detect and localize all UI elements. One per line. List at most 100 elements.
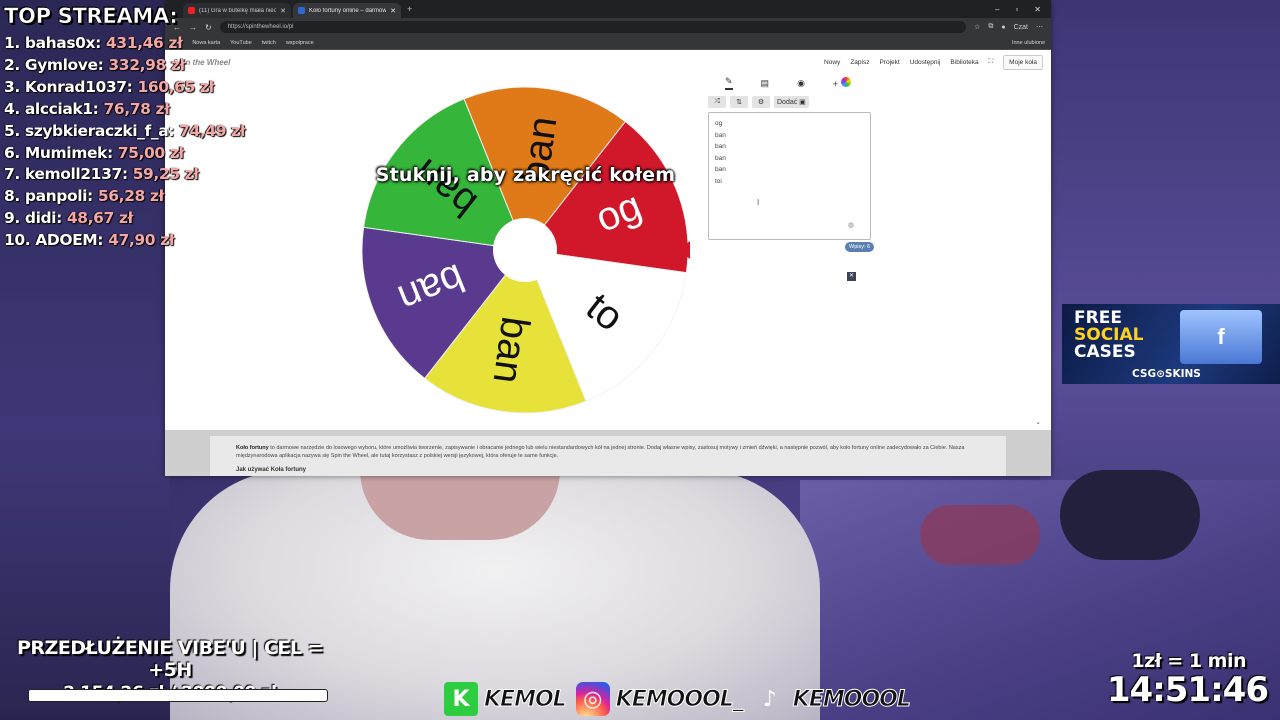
- donation-amount: 56,28 zł: [97, 187, 164, 206]
- close-tab-icon[interactable]: ✕: [280, 7, 286, 15]
- top-stream-row: 2. Gymlove: 332,98 zł: [4, 55, 244, 77]
- address-bar-row: ← → ↻ https://spinthewheel.io/pl ☆ ⧉ ● C…: [165, 18, 1051, 36]
- subathon-timer: 1zł = 1 min 14:51:46: [1106, 650, 1269, 710]
- close-small-icon[interactable]: ✕: [847, 272, 856, 281]
- spin-prompt[interactable]: Stuknij, aby zakręcić kołem: [353, 164, 698, 186]
- settings-icon[interactable]: ⚙: [752, 96, 770, 108]
- menu-new[interactable]: Nowy: [824, 59, 840, 66]
- timer-clock: 14:51:46: [1106, 670, 1269, 710]
- resize-handle-icon[interactable]: ◍: [848, 220, 854, 232]
- site-header: Spin the Wheel Nowy Zapisz Projekt Udost…: [165, 50, 1051, 74]
- donation-amount: 332,98 zł: [108, 55, 185, 74]
- kick-icon: K: [444, 682, 478, 716]
- top-stream-row: 7. kemoll2137: 59,25 zł: [4, 164, 244, 186]
- entry-buttons: ⤮ ⇅ ⚙ Dodać ▣: [708, 96, 809, 108]
- description-card: Koło fortuny to darmowe narzędzie do los…: [210, 436, 1006, 476]
- wheel-container[interactable]: ban og to ban ban ban: [360, 85, 690, 415]
- close-tab-icon[interactable]: ✕: [390, 7, 396, 15]
- new-tab-button[interactable]: +: [407, 4, 412, 14]
- goal-progress-bar: [28, 689, 328, 702]
- extensions-icon[interactable]: ⧉: [988, 23, 993, 31]
- entry-item: toi: [715, 177, 722, 185]
- top-stream-row: 6. Mumimek: 75,00 zł: [4, 143, 244, 165]
- wheel-favicon-icon: [298, 7, 305, 14]
- other-bookmarks[interactable]: Inne ulubione: [1012, 40, 1045, 46]
- tab-spin-the-wheel[interactable]: Koło fortuny online – darmowe ko ✕: [293, 3, 401, 18]
- case-box-icon: f: [1180, 310, 1262, 364]
- donor-name: 8. panpoli:: [4, 187, 98, 206]
- top-streams-overlay: TOP STREAMA: 1. bahas0x: 431,46 zł 2. Gym…: [4, 4, 246, 252]
- donor-name: 4. alcciak1:: [4, 99, 104, 118]
- socials-bar: K KEMOL ◎ KEMOOOL_ ♪ KEMOOOL: [444, 680, 914, 718]
- kick-handle: KEMOL: [484, 686, 568, 712]
- shuffle-icon[interactable]: ⤮: [708, 96, 726, 108]
- bedding-item: [920, 505, 1040, 565]
- chevron-down-icon[interactable]: ⌄: [1035, 418, 1041, 426]
- wheel-segment-label: ban: [485, 314, 538, 386]
- site-menu: Nowy Zapisz Projekt Udostępnij Bibliotek…: [824, 54, 1043, 70]
- add-color-icon[interactable]: +: [833, 77, 851, 89]
- goal-progress-fill: [29, 690, 243, 701]
- url-field[interactable]: https://spinthewheel.io/pl: [219, 21, 967, 33]
- add-image-button[interactable]: Dodać ▣: [774, 96, 809, 108]
- ad-brand: CSG⊙SKINS: [1132, 368, 1201, 380]
- menu-design[interactable]: Projekt: [879, 59, 899, 66]
- hide-eye-icon[interactable]: ◉: [797, 78, 805, 89]
- goal-title: PRZEDŁUŻENIE VIBE'U | CEL = +5H: [16, 637, 324, 681]
- entries-count-badge: Wpisy: 6: [845, 242, 875, 252]
- wheel-center-hole: [493, 218, 557, 282]
- bookmarks-bar: Acer Nowa karta YouTube twitch wspolprac…: [165, 36, 1051, 50]
- donation-amount: 59,25 zł: [132, 165, 199, 184]
- bookmark-twitch[interactable]: twitch: [262, 40, 276, 46]
- instagram-icon: ◎: [575, 682, 610, 716]
- donation-amount: 76,78 zł: [103, 99, 170, 118]
- color-palette-icon: [840, 77, 851, 87]
- menu-library[interactable]: Biblioteka: [950, 59, 978, 66]
- entries-textarea[interactable]: og ban ban ban ban toi I ◍: [708, 112, 871, 240]
- close-window-icon[interactable]: ✕: [1034, 5, 1041, 14]
- browser-window: (11) Gra w butelkę miała nieoczek ✕ Koło…: [165, 0, 1051, 476]
- text-cursor-icon: I: [757, 198, 760, 207]
- spin-the-wheel-page: Spin the Wheel Nowy Zapisz Projekt Udost…: [165, 50, 1051, 476]
- sponsor-ad: FREE SOCIAL CASES f CSG⊙SKINS: [1062, 304, 1280, 384]
- copilot-chat-button[interactable]: Czat: [1014, 24, 1028, 31]
- donation-amount: 74,49 zł: [179, 121, 246, 140]
- entry-item: ban: [715, 131, 726, 139]
- top-streams-title: TOP STREAMA:: [4, 4, 178, 29]
- timer-rate: 1zł = 1 min: [1131, 650, 1246, 672]
- fullscreen-icon[interactable]: ⛶: [989, 58, 994, 66]
- menu-icon[interactable]: ⋯: [1036, 23, 1043, 31]
- description-text: Koło fortuny to darmowe narzędzie do los…: [236, 444, 980, 460]
- clipboard-icon[interactable]: ▤: [761, 78, 770, 89]
- menu-save[interactable]: Zapisz: [850, 59, 869, 66]
- maximize-icon[interactable]: ▫: [1015, 5, 1018, 14]
- description-bold: Koło fortuny: [236, 445, 269, 451]
- donor-name: 7. kemoll2137:: [4, 165, 133, 184]
- minimize-icon[interactable]: –: [995, 5, 999, 14]
- menu-share[interactable]: Udostępnij: [910, 59, 941, 66]
- top-stream-row: 5. szybkieraczki_f_a: 74,49 zł: [4, 121, 246, 143]
- top-stream-row: 1. bahas0x: 431,46 zł: [4, 33, 244, 55]
- fortune-wheel[interactable]: banogtobanbanban: [360, 85, 690, 415]
- donation-amount: 75,00 zł: [117, 143, 184, 162]
- window-controls: – ▫ ✕: [995, 5, 1051, 14]
- add-label: Dodać: [777, 98, 798, 106]
- edit-pencil-icon[interactable]: ✎: [725, 76, 733, 90]
- sort-icon[interactable]: ⇅: [730, 96, 748, 108]
- bookmark-wspolprace[interactable]: wspolprace: [286, 40, 314, 46]
- donor-name: 1. bahas0x:: [4, 34, 106, 52]
- donation-amount: 47,90 zł: [108, 231, 175, 250]
- entry-item: ban: [715, 143, 726, 150]
- instagram-handle: KEMOOOL_: [615, 686, 744, 712]
- profile-icon[interactable]: ●: [1001, 24, 1005, 31]
- ad-text: FREE SOCIAL CASES: [1074, 310, 1144, 361]
- tab-title: Koło fortuny online – darmowe ko: [309, 7, 387, 14]
- description-section: Koło fortuny to darmowe narzędzie do los…: [165, 430, 1051, 476]
- description-subheading: Jak używać Koła fortuny: [236, 467, 307, 473]
- top-stream-row: 8. panpoli: 56,28 zł: [4, 186, 244, 208]
- top-stream-row: 10. ADOEM: 47,90 zł: [4, 230, 244, 252]
- bookmark-star-icon[interactable]: ☆: [974, 23, 980, 31]
- donor-name: 3. Konrad1037:: [4, 77, 138, 96]
- description-body: to darmowe narzędzie do losowego wyboru,…: [236, 445, 965, 459]
- my-wheels-button[interactable]: Moje koła: [1003, 54, 1043, 70]
